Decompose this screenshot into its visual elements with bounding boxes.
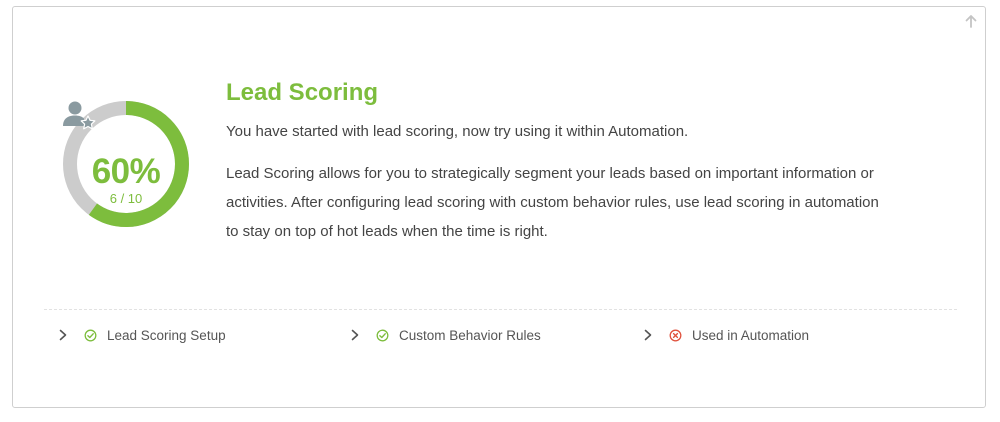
- collapse-button[interactable]: [963, 13, 979, 29]
- checklist-item-used-in-automation[interactable]: Used in Automation: [644, 324, 809, 346]
- chevron-right-icon: [59, 328, 69, 342]
- lead-scoring-card: 60% 6 / 10 Lead Scoring You have started…: [12, 6, 986, 408]
- arrow-up-icon: [965, 15, 977, 28]
- card-description: Lead Scoring allows for you to strategic…: [226, 165, 879, 240]
- checklist-item-label: Custom Behavior Rules: [399, 327, 541, 343]
- user-star-icon: [63, 101, 96, 130]
- check-circle-icon: [84, 329, 97, 342]
- progress-percent: 60%: [91, 152, 161, 191]
- check-circle-icon: [376, 329, 389, 342]
- chevron-right-icon: [351, 328, 361, 342]
- checklist-item-label: Lead Scoring Setup: [107, 327, 226, 343]
- card-subtitle: You have started with lead scoring, now …: [226, 123, 689, 140]
- divider: [44, 309, 957, 310]
- checklist-item-custom-behavior-rules[interactable]: Custom Behavior Rules: [351, 324, 541, 346]
- chevron-right-icon: [644, 328, 654, 342]
- x-circle-icon: [669, 329, 682, 342]
- checklist-item-lead-scoring-setup[interactable]: Lead Scoring Setup: [59, 324, 226, 346]
- checklist-item-label: Used in Automation: [692, 327, 810, 343]
- progress-ring: 60% 6 / 10: [61, 99, 191, 229]
- progress-fraction: 6 / 10: [109, 191, 143, 206]
- card-title: Lead Scoring: [226, 79, 379, 106]
